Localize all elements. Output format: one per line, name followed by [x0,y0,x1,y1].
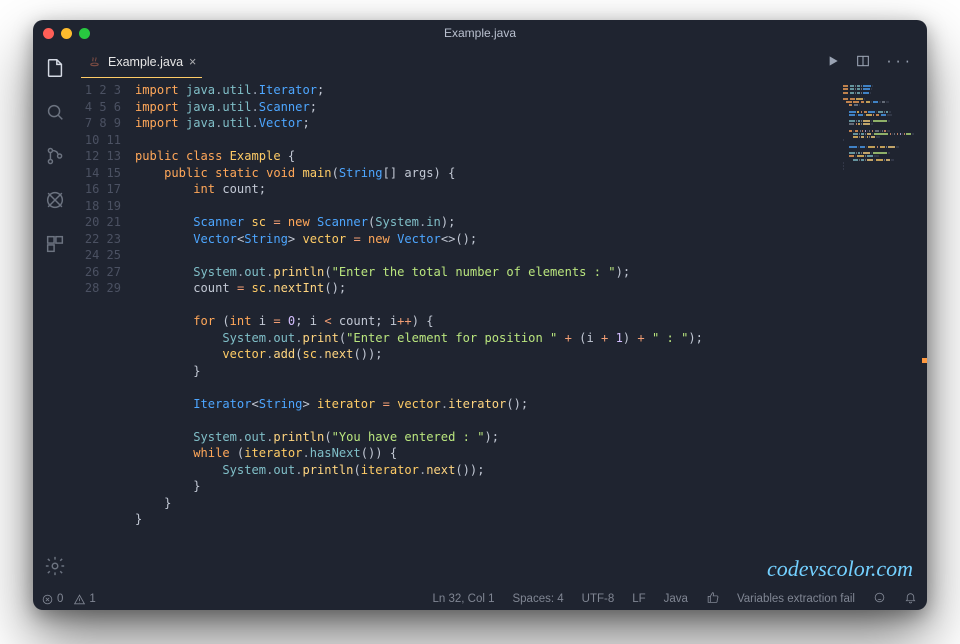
tab-bar: Example.java × ··· [77,46,927,78]
tab-label: Example.java [108,55,183,69]
activity-bar [33,46,77,588]
status-encoding[interactable]: UTF-8 [582,593,615,605]
more-actions-icon[interactable]: ··· [885,55,913,69]
debug-icon[interactable] [43,188,67,212]
tab-close-icon[interactable]: × [189,55,196,69]
line-number-gutter: 1 2 3 4 5 6 7 8 9 10 11 12 13 14 15 16 1… [77,78,135,588]
tab-actions: ··· [825,46,927,78]
tab-example-java[interactable]: Example.java × [77,46,206,78]
explorer-icon[interactable] [43,56,67,80]
search-icon[interactable] [43,100,67,124]
source-control-icon[interactable] [43,144,67,168]
status-language[interactable]: Java [664,593,688,605]
settings-icon[interactable] [43,554,67,578]
traffic-lights [43,28,90,39]
status-warnings[interactable]: 1 [73,593,95,606]
watermark: codevscolor.com [767,556,913,582]
minimap[interactable] [843,84,921,204]
status-bar: 0 1 Ln 32, Col 1 Spaces: 4 UTF-8 LF Java… [33,588,927,610]
extensions-icon[interactable] [43,232,67,256]
status-errors[interactable]: 0 [41,593,63,606]
editor-window: Example.java [33,20,927,610]
status-spaces[interactable]: Spaces: 4 [512,593,563,605]
minimize-window-button[interactable] [61,28,72,39]
status-like-icon[interactable] [706,591,719,607]
close-window-button[interactable] [43,28,54,39]
maximize-window-button[interactable] [79,28,90,39]
title-bar: Example.java [33,20,927,46]
status-feedback-icon[interactable] [873,591,886,607]
window-title: Example.java [33,26,927,40]
run-icon[interactable] [825,53,841,72]
java-file-icon [87,55,102,70]
split-editor-icon[interactable] [855,53,871,72]
status-bell-icon[interactable] [904,591,917,607]
status-eol[interactable]: LF [632,593,645,605]
scroll-indicator [922,358,927,363]
status-position[interactable]: Ln 32, Col 1 [432,593,494,605]
status-extraction[interactable]: Variables extraction fail [737,593,855,605]
code-area[interactable]: 1 2 3 4 5 6 7 8 9 10 11 12 13 14 15 16 1… [77,78,927,588]
code-content[interactable]: import java.util.Iterator; import java.u… [135,78,927,588]
